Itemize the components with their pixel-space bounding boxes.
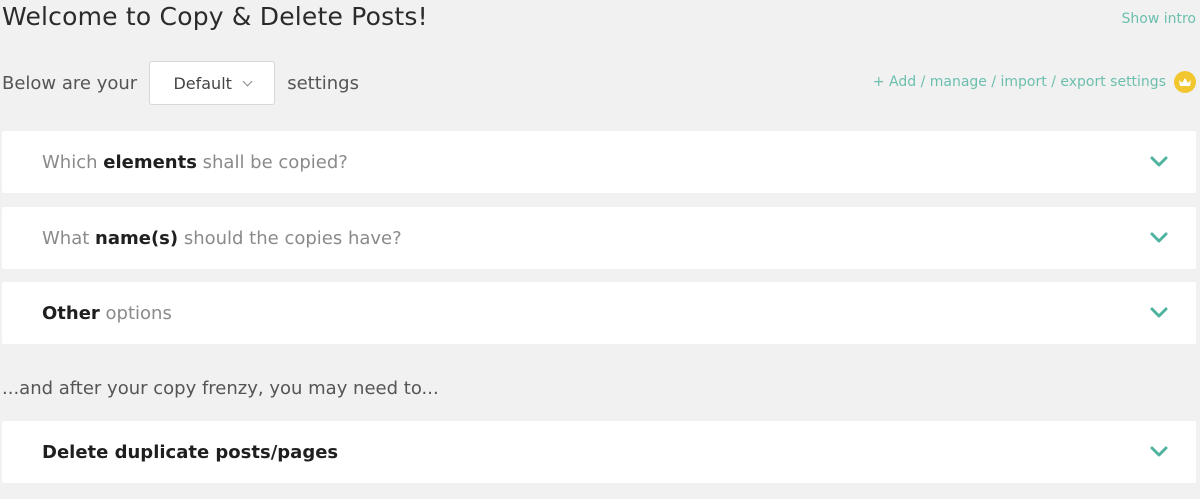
- chevron-down-icon[interactable]: [1148, 227, 1170, 249]
- manage-settings-link[interactable]: + Add / manage / import / export setting…: [873, 71, 1196, 93]
- panel-title-bold: elements: [103, 151, 197, 173]
- panel-copy-names[interactable]: What name(s) should the copies have?: [2, 207, 1196, 269]
- settings-profile-dropdown[interactable]: Default: [149, 61, 276, 105]
- settings-profile-value: Default: [173, 73, 232, 93]
- panel-title-post: options: [99, 302, 172, 324]
- chevron-down-icon[interactable]: [1148, 441, 1170, 463]
- after-copy-text: ...and after your copy frenzy, you may n…: [2, 378, 439, 399]
- panel-title-post: shall be copied?: [196, 151, 348, 173]
- chevron-down-icon[interactable]: [1148, 151, 1170, 173]
- panel-title-other: Other options: [42, 303, 172, 324]
- page-title: Welcome to Copy & Delete Posts!: [2, 2, 428, 31]
- panel-delete-duplicates[interactable]: Delete duplicate posts/pages: [2, 421, 1196, 483]
- panel-elements-to-copy[interactable]: Which elements shall be copied?: [2, 131, 1196, 193]
- settings-prefix-text: Below are your: [2, 72, 138, 94]
- panel-other-options[interactable]: Other options: [2, 282, 1196, 344]
- crown-icon: [1174, 71, 1196, 93]
- chevron-down-icon: [242, 76, 253, 86]
- panel-title-pre: What: [42, 227, 96, 249]
- panel-title-delete: Delete duplicate posts/pages: [42, 441, 339, 463]
- manage-settings-label: + Add / manage / import / export setting…: [872, 74, 1166, 90]
- panel-title-post: should the copies have?: [178, 227, 402, 249]
- panel-title-bold: name(s): [95, 227, 179, 249]
- panel-title-bold: Other: [42, 302, 100, 324]
- settings-suffix-text: settings: [287, 72, 359, 94]
- panel-title-pre: Which: [42, 151, 104, 173]
- chevron-down-icon[interactable]: [1148, 302, 1170, 324]
- panel-title-elements: Which elements shall be copied?: [42, 152, 348, 173]
- show-intro-link[interactable]: Show intro: [1122, 11, 1197, 27]
- settings-row: Below are your Default settings: [2, 60, 359, 106]
- panel-title-names: What name(s) should the copies have?: [42, 228, 402, 249]
